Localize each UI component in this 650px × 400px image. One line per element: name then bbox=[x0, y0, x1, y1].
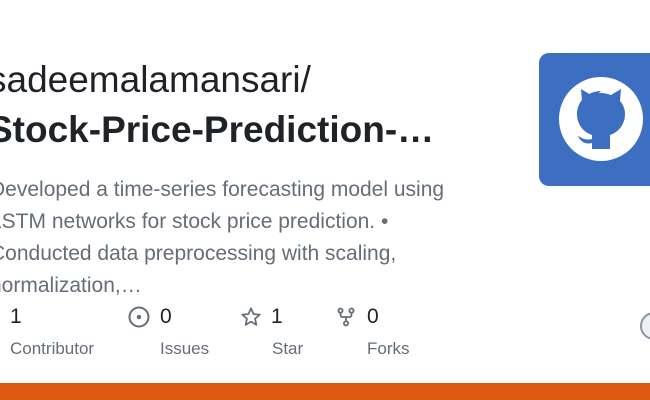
github-logo-tile bbox=[539, 53, 650, 186]
description-line: Conducted data preprocessing with scalin… bbox=[0, 242, 397, 265]
repo-owner[interactable]: sadeemalamansari/ bbox=[0, 58, 311, 102]
issues-count: 0 bbox=[160, 305, 172, 328]
description-line: normalization,… bbox=[0, 274, 142, 297]
description-line: Developed a time-series forecasting mode… bbox=[0, 178, 445, 201]
fork-icon bbox=[335, 306, 357, 328]
stars-label: Star bbox=[272, 339, 304, 358]
issue-icon bbox=[128, 306, 150, 328]
footer-language-bar bbox=[0, 383, 650, 400]
forks-count: 0 bbox=[367, 305, 379, 328]
stat-issues[interactable]: 0 Issues bbox=[128, 303, 209, 359]
stat-forks[interactable]: 0 Forks bbox=[335, 303, 410, 359]
contributors-label: Contributor bbox=[10, 339, 95, 358]
repo-name[interactable]: Stock-Price-Prediction-… bbox=[0, 106, 434, 154]
star-icon bbox=[240, 306, 262, 328]
contributors-count: 1 bbox=[10, 305, 22, 328]
issues-label: Issues bbox=[160, 339, 210, 358]
stat-stars[interactable]: 1 Star bbox=[240, 303, 303, 359]
repo-description: Developed a time-series forecasting mode… bbox=[0, 174, 500, 302]
stars-count: 1 bbox=[271, 305, 283, 328]
github-octocat-icon bbox=[559, 77, 643, 161]
stat-contributors[interactable]: 1 Contributor bbox=[10, 303, 94, 359]
avatar[interactable] bbox=[640, 312, 650, 340]
description-line: LSTM networks for stock price prediction… bbox=[0, 210, 389, 233]
forks-label: Forks bbox=[367, 339, 410, 358]
